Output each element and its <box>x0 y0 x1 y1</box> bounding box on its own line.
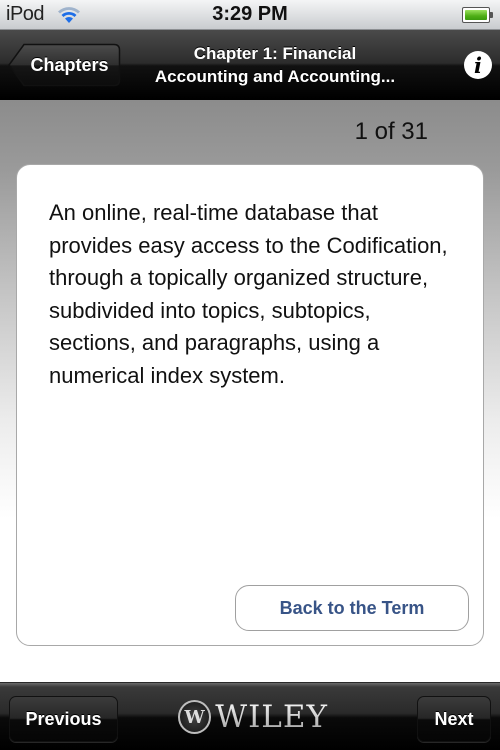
previous-button[interactable]: Previous <box>9 696 118 742</box>
chapter-title-line1: Chapter 1: Financial <box>193 44 357 63</box>
back-button-label: Chapters <box>30 54 109 75</box>
battery-level <box>465 10 487 20</box>
bottom-toolbar: Previous W WILEY Next <box>0 682 500 750</box>
page-counter: 1 of 31 <box>354 118 428 145</box>
navigation-bar: Chapters Chapter 1: Financial Accounting… <box>0 30 500 100</box>
wiley-logo: W WILEY <box>178 697 328 737</box>
battery-full-icon <box>462 7 493 23</box>
definition-text: An online, real-time database that provi… <box>49 200 448 388</box>
flashcard-area: 1 of 31 An online, real-time database th… <box>0 100 500 682</box>
definition-card: An online, real-time database that provi… <box>16 164 484 646</box>
next-button[interactable]: Next <box>417 696 491 742</box>
wiley-emblem-icon: W <box>178 700 212 734</box>
chapter-title: Chapter 1: Financial Accounting and Acco… <box>130 42 420 88</box>
chapters-back-button[interactable]: Chapters <box>8 43 121 87</box>
info-icon[interactable]: i <box>464 51 492 79</box>
back-to-term-button[interactable]: Back to the Term <box>235 585 469 631</box>
chapter-title-line2: Accounting and Accounting... <box>154 67 396 86</box>
wiley-logo-text: WILEY <box>215 699 328 735</box>
status-time: 3:29 PM <box>212 3 288 25</box>
status-bar: iPod 3:29 PM <box>0 0 500 30</box>
